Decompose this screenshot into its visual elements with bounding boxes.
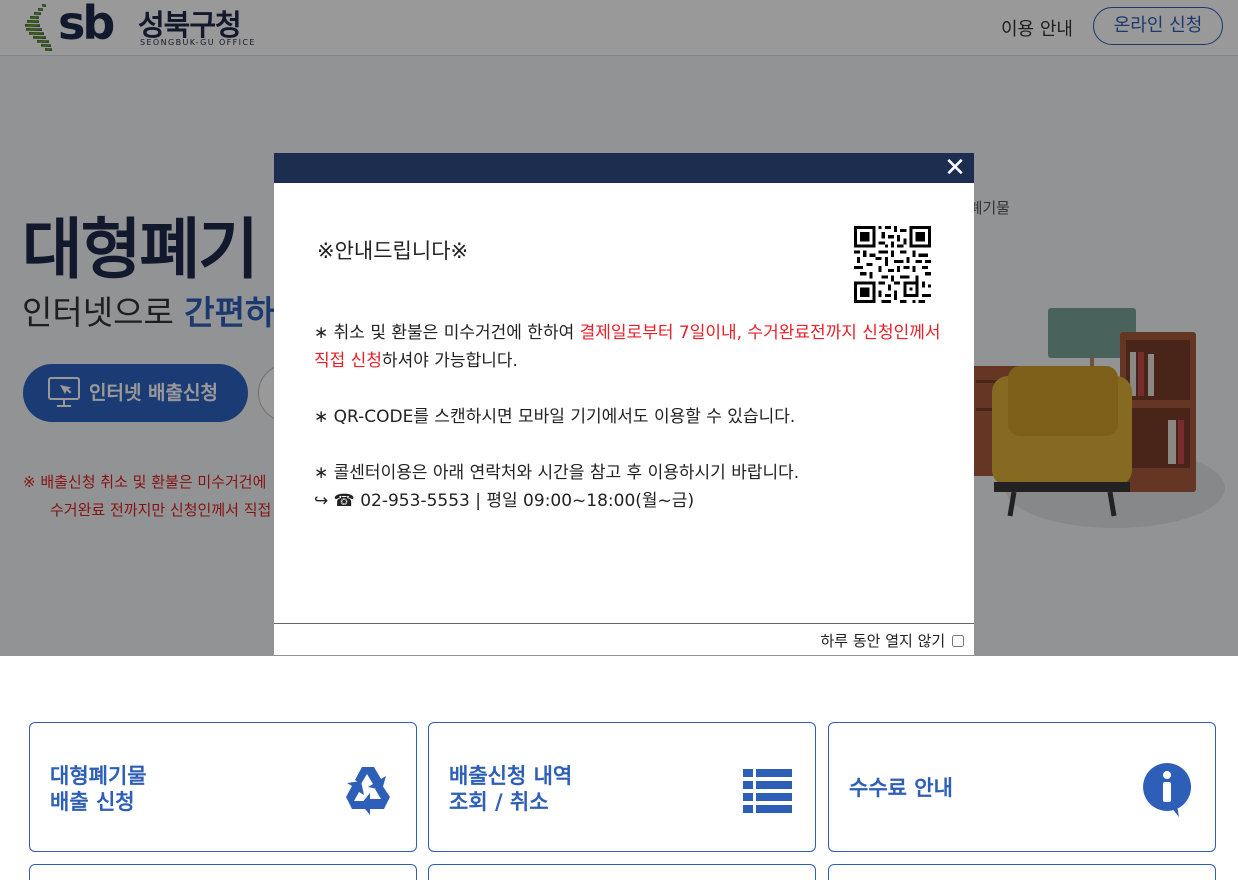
card-label-line1: 수수료 안내 bbox=[849, 776, 953, 800]
close-icon[interactable]: ✕ bbox=[940, 153, 970, 183]
card-apply-history[interactable]: 배출신청 내역 조회 / 취소 bbox=[428, 722, 816, 852]
popup-body: ∗ 취소 및 환불은 미수거건에 한하여 결제일로부터 7일이내, 수거완료전까… bbox=[314, 319, 954, 515]
hide-today-option[interactable]: 하루 동안 열지 않기 bbox=[820, 630, 964, 651]
card-label: 대형폐기물 배출 신청 bbox=[50, 763, 147, 815]
bullet-star: ∗ bbox=[314, 323, 329, 343]
card-row2-2[interactable] bbox=[428, 864, 816, 880]
card-bulky-waste-apply[interactable]: 대형폐기물 배출 신청 bbox=[29, 722, 417, 852]
card-label: 수수료 안내 bbox=[849, 775, 953, 801]
hide-today-label: 하루 동안 열지 않기 bbox=[820, 632, 946, 650]
card-fee-info[interactable]: 수수료 안내 bbox=[828, 722, 1216, 852]
popup-title-bar: ✕ bbox=[274, 153, 974, 183]
quick-menu: 대형폐기물 배출 신청 배출신청 내역 조회 / 취소 수수료 안내 bbox=[0, 656, 1238, 880]
list-icon bbox=[743, 769, 792, 813]
hide-today-checkbox[interactable] bbox=[952, 635, 964, 647]
callcenter-contact: ↪ ☎ 02-953-5553 | 평일 09:00~18:00(월~금) bbox=[314, 491, 695, 511]
card-label: 배출신청 내역 조회 / 취소 bbox=[449, 763, 572, 815]
card-label-line2: 배출 신청 bbox=[50, 790, 135, 814]
qr-code-icon bbox=[854, 226, 931, 303]
card-label-line1: 대형폐기물 bbox=[50, 764, 147, 788]
notice-item-refund: ∗ 취소 및 환불은 미수거건에 한하여 결제일로부터 7일이내, 수거완료전까… bbox=[314, 319, 954, 375]
card-label-line2: 조회 / 취소 bbox=[449, 790, 549, 814]
info-icon bbox=[1143, 763, 1192, 817]
card-label-line1: 배출신청 내역 bbox=[449, 764, 573, 788]
notice-item-callcenter: ∗ 콜센터이용은 아래 연락처와 시간을 참고 후 이용하시기 바랍니다. bbox=[314, 463, 800, 483]
popup-heading: ※안내드립니다※ bbox=[317, 239, 469, 263]
notice-item-qr: ∗ QR-CODE를 스캔하시면 모바일 기기에서도 이용할 수 있습니다. bbox=[314, 407, 796, 427]
notice-popup: ✕ ※안내드립니다※ ∗ 취소 및 환불은 미수거건에 한하여 결제일로부터 7… bbox=[274, 153, 974, 655]
card-row2-1[interactable] bbox=[29, 864, 417, 880]
popup-footer: 하루 동안 열지 않기 bbox=[274, 623, 974, 655]
notice-item-refund-text: 취소 및 환불은 미수거건에 한하여 bbox=[328, 323, 580, 343]
recycle-icon bbox=[346, 767, 390, 815]
card-row2-3[interactable] bbox=[828, 864, 1216, 880]
notice-item-refund-tail: 하셔야 가능합니다. bbox=[381, 351, 518, 371]
